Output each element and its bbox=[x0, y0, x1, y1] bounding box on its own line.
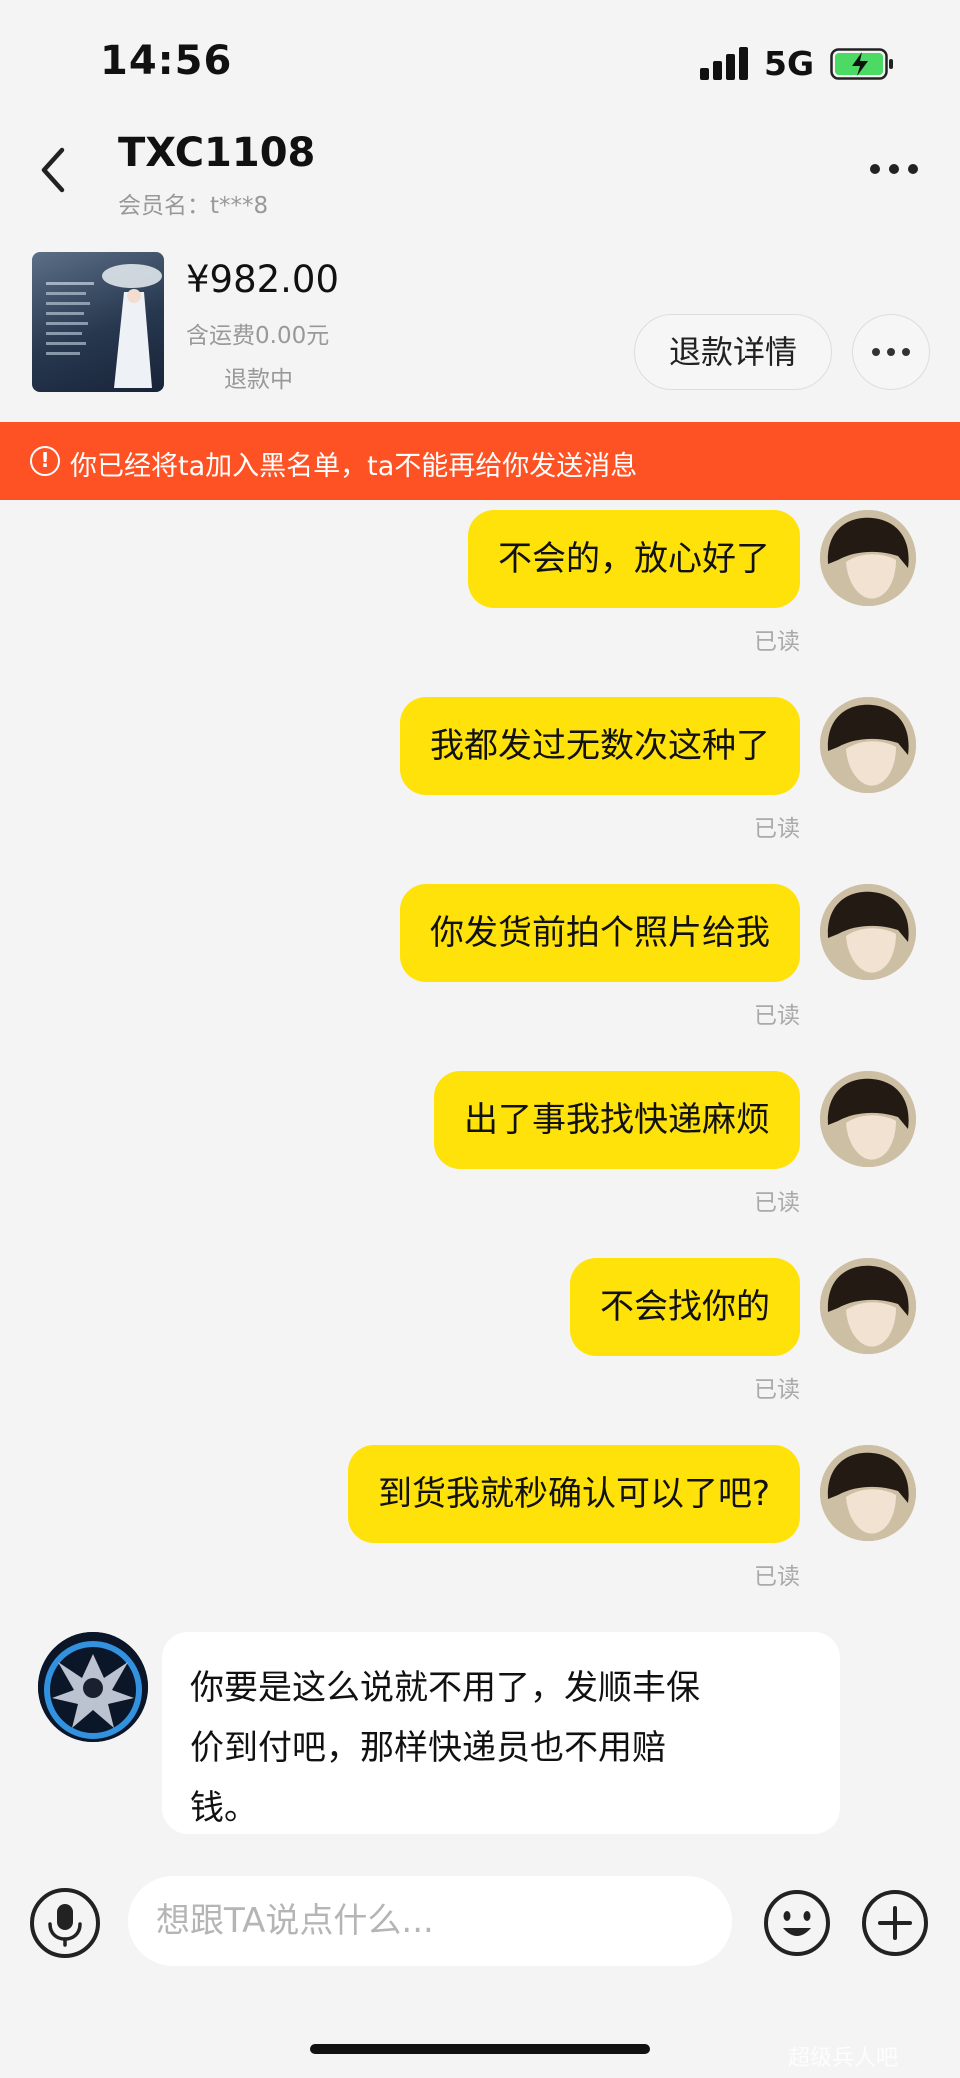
product-image bbox=[46, 264, 162, 388]
avatar-image bbox=[38, 1632, 148, 1742]
avatar-image bbox=[820, 510, 916, 606]
emoji-icon[interactable] bbox=[762, 1888, 832, 1958]
read-status: 已读 bbox=[754, 816, 800, 842]
plus-icon[interactable] bbox=[860, 1888, 930, 1958]
voice-input-button[interactable] bbox=[30, 1888, 100, 1958]
outgoing-message-bubble[interactable]: 我都发过无数次这种了 bbox=[400, 697, 800, 795]
incoming-message-line: 价到付吧，那样快递员也不用赔 bbox=[190, 1728, 666, 1768]
warning-circle-icon: ! bbox=[30, 446, 60, 476]
avatar-image bbox=[820, 1071, 916, 1167]
chat-title: TXC1108 bbox=[118, 130, 316, 176]
network-label: 5G bbox=[764, 44, 815, 83]
outgoing-message-bubble[interactable]: 你发货前拍个照片给我 bbox=[400, 884, 800, 982]
my-avatar[interactable] bbox=[820, 1445, 916, 1541]
outgoing-message-bubble[interactable]: 到货我就秒确认可以了吧? bbox=[347, 1445, 800, 1543]
avatar-image bbox=[820, 697, 916, 793]
order-more-button[interactable] bbox=[852, 314, 930, 390]
message-input[interactable] bbox=[128, 1876, 732, 1966]
read-status: 已读 bbox=[754, 1377, 800, 1403]
more-dots-icon[interactable] bbox=[864, 150, 924, 190]
my-avatar[interactable] bbox=[820, 510, 916, 606]
contact-avatar[interactable] bbox=[38, 1632, 148, 1742]
signal-icon bbox=[700, 46, 750, 80]
back-chevron-icon[interactable] bbox=[34, 142, 74, 198]
incoming-message-line: 钱。 bbox=[190, 1788, 258, 1828]
shipping-fee: 含运费0.00元 bbox=[186, 323, 330, 349]
my-avatar[interactable] bbox=[820, 697, 916, 793]
blacklist-warning-banner: ! 你已经将ta加入黑名单，ta不能再给你发送消息 bbox=[0, 422, 960, 500]
product-thumbnail[interactable] bbox=[32, 252, 164, 392]
microphone-icon bbox=[48, 1904, 82, 1947]
status-time: 14:56 bbox=[100, 38, 233, 84]
warning-text: 你已经将ta加入黑名单，ta不能再给你发送消息 bbox=[70, 451, 638, 482]
avatar-image bbox=[820, 1445, 916, 1541]
battery-charging-icon bbox=[830, 48, 893, 80]
my-avatar[interactable] bbox=[820, 1258, 916, 1354]
incoming-message-line: 你要是这么说就不用了，发顺丰保 bbox=[190, 1668, 700, 1708]
read-status: 已读 bbox=[754, 629, 800, 655]
chat-screen: 14:56 5G TXC1108 会员名：t***8 ¥982.00 含运费0.… bbox=[0, 0, 960, 2078]
read-status: 已读 bbox=[754, 1190, 800, 1216]
my-avatar[interactable] bbox=[820, 1071, 916, 1167]
home-indicator[interactable] bbox=[310, 2044, 650, 2054]
refund-status: 退款中 bbox=[224, 367, 293, 393]
order-price: ¥982.00 bbox=[186, 258, 340, 301]
outgoing-message-bubble[interactable]: 出了事我找快递麻烦 bbox=[434, 1071, 800, 1169]
member-name: 会员名：t***8 bbox=[118, 193, 269, 219]
avatar-image bbox=[820, 1258, 916, 1354]
watermark: 超级兵人吧 bbox=[788, 2046, 899, 2071]
my-avatar[interactable] bbox=[820, 884, 916, 980]
outgoing-message-bubble[interactable]: 不会的，放心好了 bbox=[468, 510, 800, 608]
read-status: 已读 bbox=[754, 1003, 800, 1029]
status-bar: 14:56 5G bbox=[0, 0, 960, 128]
avatar-image bbox=[820, 884, 916, 980]
refund-detail-button[interactable]: 退款详情 bbox=[634, 314, 832, 390]
outgoing-message-bubble[interactable]: 不会找你的 bbox=[570, 1258, 800, 1356]
read-status: 已读 bbox=[754, 1564, 800, 1590]
incoming-message-bubble[interactable]: 你要是这么说就不用了，发顺丰保 价到付吧，那样快递员也不用赔 钱。 bbox=[162, 1632, 840, 1834]
